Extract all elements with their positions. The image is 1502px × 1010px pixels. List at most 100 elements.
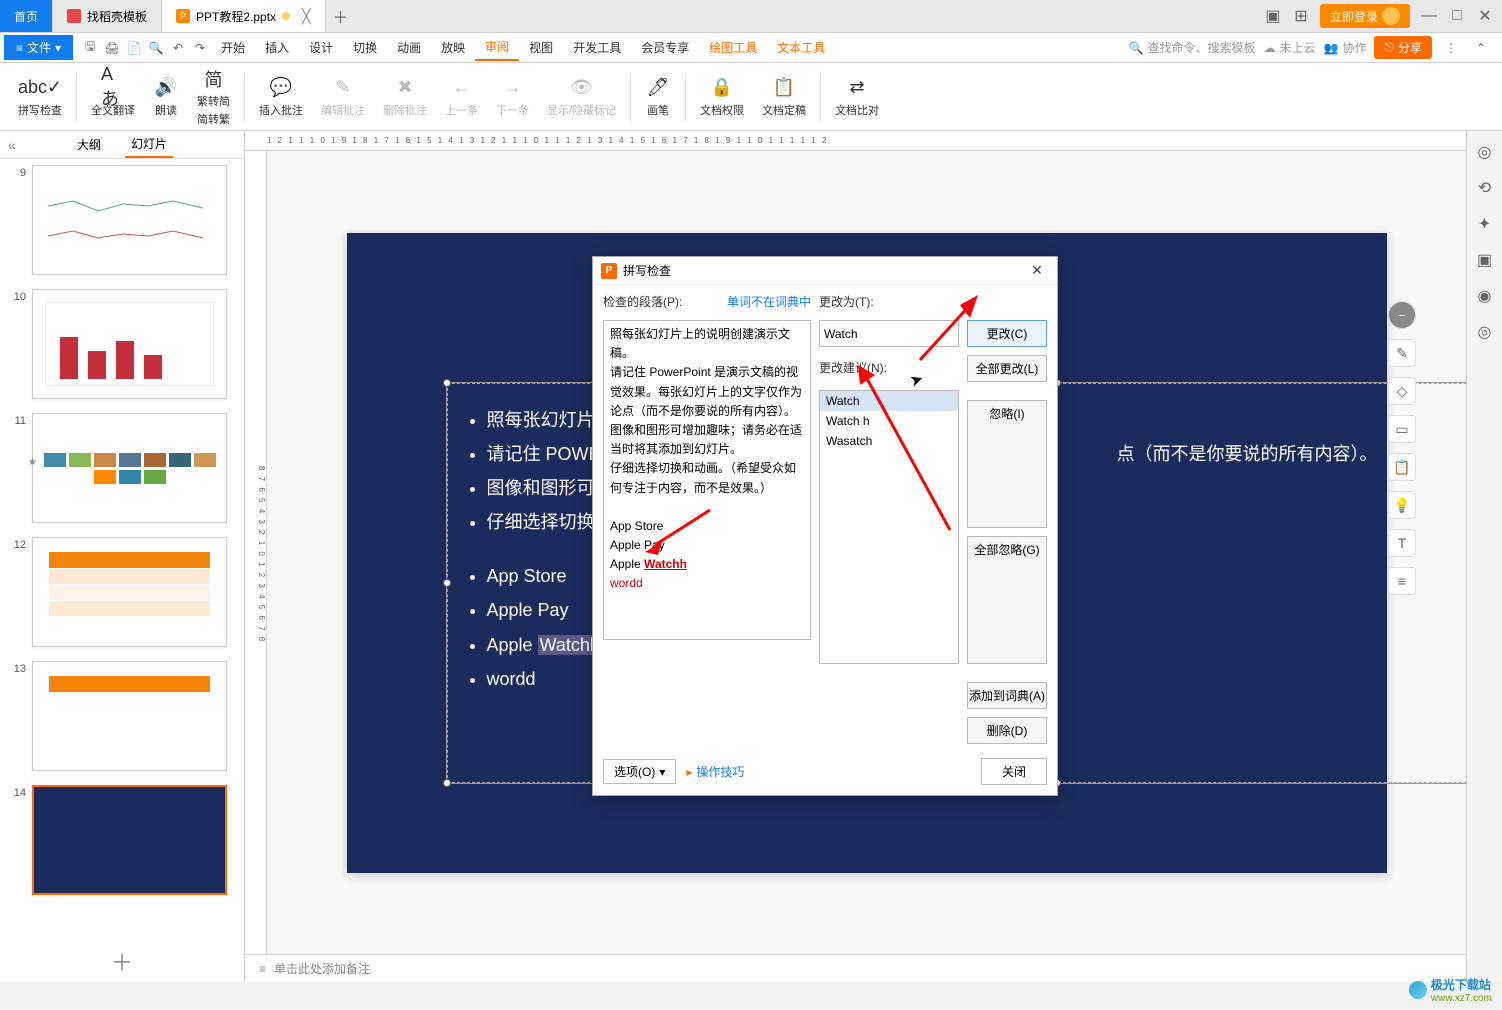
menu-anim[interactable]: 动画 bbox=[387, 35, 431, 60]
minimize-icon[interactable]: — bbox=[1420, 7, 1438, 25]
pen-tool[interactable]: ✎ bbox=[1388, 339, 1416, 367]
ribbon-simptrad[interactable]: 简繁转简简转繁 bbox=[189, 63, 238, 131]
thumb-row[interactable]: 9 bbox=[10, 165, 234, 275]
collapse-ribbon-icon[interactable]: ⌃ bbox=[1470, 37, 1492, 59]
delete-button[interactable]: 删除(D) bbox=[967, 717, 1047, 744]
shape-tool[interactable]: ▭ bbox=[1388, 415, 1416, 443]
thumb-row[interactable]: 12 bbox=[10, 537, 234, 647]
menu-view[interactable]: 视图 bbox=[519, 35, 563, 60]
thumb-row[interactable]: 13 bbox=[10, 661, 234, 771]
layout-icon[interactable]: ▣ bbox=[1264, 7, 1282, 25]
share-button[interactable]: ⎋ 分享 bbox=[1374, 36, 1432, 59]
menu-texttool[interactable]: 文本工具 bbox=[767, 35, 835, 60]
menu-show[interactable]: 放映 bbox=[431, 35, 475, 60]
tab-template[interactable]: 找稻壳模板 bbox=[53, 0, 162, 32]
menu-transition[interactable]: 切换 bbox=[343, 35, 387, 60]
ignore-button[interactable]: 忽略(I) bbox=[967, 400, 1047, 528]
list-tool[interactable]: ≡ bbox=[1388, 567, 1416, 595]
menu-insert[interactable]: 插入 bbox=[255, 35, 299, 60]
app-icon: P bbox=[601, 263, 617, 279]
ribbon-ink[interactable]: 🖊画笔 bbox=[637, 72, 679, 122]
add-slide-button[interactable]: ＋ bbox=[0, 940, 244, 982]
ribbon-spellcheck[interactable]: abc✓拼写检查 bbox=[10, 72, 70, 122]
titlebar: 首页 找稻壳模板 P PPT教程2.pptx ╳ ＋ ▣ ⊞ 立即登录 — □ … bbox=[0, 0, 1502, 33]
thumb-13[interactable] bbox=[32, 661, 227, 771]
ribbon-translate[interactable]: Aあ全文翻译 bbox=[83, 72, 143, 122]
suggestion-list[interactable]: Watch Watch h Wasatch bbox=[819, 390, 959, 664]
qat-save-icon[interactable]: 🖫 bbox=[79, 37, 101, 59]
rtool-target-icon[interactable]: ◎ bbox=[1474, 321, 1496, 343]
resize-handle[interactable] bbox=[443, 379, 451, 387]
menu-member[interactable]: 会员专享 bbox=[631, 35, 699, 60]
menu-start[interactable]: 开始 bbox=[211, 35, 255, 60]
qat-preview-icon[interactable]: 🔍 bbox=[145, 37, 167, 59]
qat-open-icon[interactable]: 🖨 bbox=[101, 37, 123, 59]
thumb-row[interactable]: 10 bbox=[10, 289, 234, 399]
tab-document[interactable]: P PPT教程2.pptx ╳ bbox=[162, 0, 325, 32]
suggestion-item[interactable]: Watch bbox=[820, 391, 958, 411]
thumb-10[interactable] bbox=[32, 289, 227, 399]
resize-handle[interactable] bbox=[443, 779, 451, 787]
menu-drawtool[interactable]: 绘图工具 bbox=[699, 35, 767, 60]
rtool-camera-icon[interactable]: ◉ bbox=[1474, 285, 1496, 307]
qat-redo-icon[interactable]: ↷ bbox=[189, 37, 211, 59]
notes-bar[interactable]: ≡ 单击此处添加备注 bbox=[245, 954, 1466, 982]
qat-print-icon[interactable]: 📄 bbox=[123, 37, 145, 59]
maximize-icon[interactable]: □ bbox=[1448, 7, 1466, 25]
options-button[interactable]: 选项(O) ▾ bbox=[603, 759, 676, 784]
window-close-icon[interactable]: ✕ bbox=[1476, 7, 1494, 25]
zoom-out-button[interactable]: − bbox=[1388, 301, 1416, 329]
tab-home[interactable]: 首页 bbox=[0, 0, 53, 32]
search-commands[interactable]: 🔍 查找命令、搜索模板 bbox=[1129, 39, 1256, 56]
ribbon-insert-comment[interactable]: 💬插入批注 bbox=[251, 72, 311, 122]
thumb-row[interactable]: 11★ bbox=[10, 413, 234, 523]
change-button[interactable]: 更改(C) bbox=[967, 320, 1047, 347]
ribbon-finalize[interactable]: 📋文档定稿 bbox=[754, 72, 814, 122]
change-all-button[interactable]: 全部更改(L) bbox=[967, 355, 1047, 382]
tips-link[interactable]: ▸操作技巧 bbox=[686, 763, 744, 780]
dialog-close-icon[interactable]: ✕ bbox=[1025, 262, 1049, 279]
panel-tab-slides[interactable]: 幻灯片 bbox=[125, 131, 173, 158]
ignore-all-button[interactable]: 全部忽略(G) bbox=[967, 536, 1047, 664]
apps-icon[interactable]: ⊞ bbox=[1292, 7, 1310, 25]
coop-button[interactable]: 👥 协作 bbox=[1324, 39, 1367, 56]
ribbon-simptrad2-label: 简转繁 bbox=[197, 111, 230, 127]
login-button[interactable]: 立即登录 bbox=[1320, 4, 1410, 28]
thumb-12[interactable] bbox=[32, 537, 227, 647]
rtool-sparkle-icon[interactable]: ✦ bbox=[1474, 213, 1496, 235]
panel-tab-outline[interactable]: 大纲 bbox=[71, 132, 107, 157]
thumb-9[interactable] bbox=[32, 165, 227, 275]
menu-review[interactable]: 审阅 bbox=[475, 34, 519, 61]
thumb-row[interactable]: 14 bbox=[10, 785, 234, 895]
menu-design[interactable]: 设计 bbox=[299, 35, 343, 60]
paste-tool[interactable]: 📋 bbox=[1388, 453, 1416, 481]
thumb-11[interactable]: ★ bbox=[32, 413, 227, 523]
idea-tool[interactable]: 💡 bbox=[1388, 491, 1416, 519]
close-button[interactable]: 关闭 bbox=[981, 758, 1047, 785]
panel-collapse-icon[interactable]: « bbox=[8, 137, 16, 153]
suggestion-item[interactable]: Wasatch bbox=[820, 431, 958, 451]
resize-handle[interactable] bbox=[443, 579, 451, 587]
changeto-input[interactable] bbox=[819, 320, 959, 347]
more-icon[interactable]: ⋮ bbox=[1440, 37, 1462, 59]
qat-undo-icon[interactable]: ↶ bbox=[167, 37, 189, 59]
rtool-window-icon[interactable]: ▣ bbox=[1474, 249, 1496, 271]
tab-add[interactable]: ＋ bbox=[326, 0, 356, 32]
thumb-14[interactable] bbox=[32, 785, 227, 895]
thumbs-list[interactable]: 9 10 11★ 12 13 14 bbox=[0, 159, 244, 940]
file-menu[interactable]: ≡ 文件 ▾ bbox=[4, 35, 73, 60]
ribbon-compare[interactable]: ⇄文档比对 bbox=[827, 72, 887, 122]
rtool-design-icon[interactable]: ◎ bbox=[1474, 141, 1496, 163]
ribbon-read[interactable]: 🔊朗读 bbox=[145, 72, 187, 122]
eraser-tool[interactable]: ◇ bbox=[1388, 377, 1416, 405]
paragraph-box[interactable]: 照每张幻灯片上的说明创建演示文稿。 请记住 PowerPoint 是演示文稿的视… bbox=[603, 320, 811, 640]
cloud-status[interactable]: ☁ 未上云 bbox=[1264, 39, 1316, 56]
rtool-adjust-icon[interactable]: ⟲ bbox=[1474, 177, 1496, 199]
close-icon[interactable]: ╳ bbox=[302, 8, 310, 25]
ribbon-perm[interactable]: 🔒文档权限 bbox=[692, 72, 752, 122]
suggestion-item[interactable]: Watch h bbox=[820, 411, 958, 431]
add-dict-button[interactable]: 添加到词典(A) bbox=[967, 682, 1047, 709]
dialog-titlebar[interactable]: P 拼写检查 ✕ bbox=[593, 257, 1057, 285]
menu-dev[interactable]: 开发工具 bbox=[563, 35, 631, 60]
text-tool[interactable]: T bbox=[1388, 529, 1416, 557]
